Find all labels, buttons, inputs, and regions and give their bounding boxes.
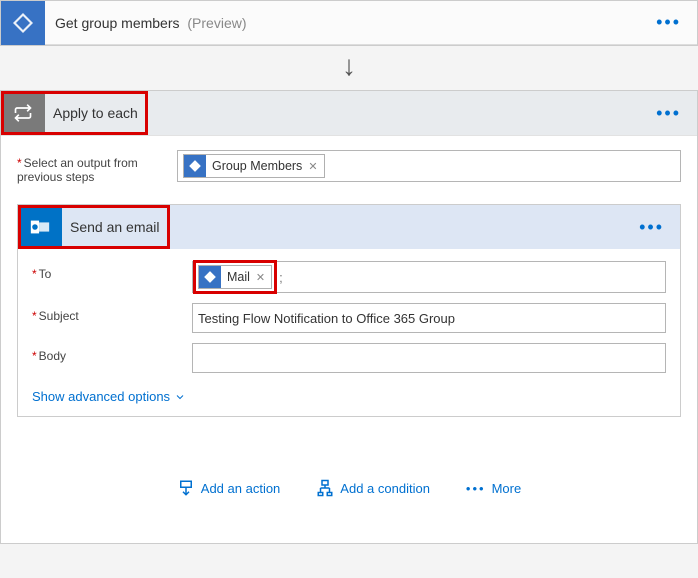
- subject-input[interactable]: Testing Flow Notification to Office 365 …: [192, 303, 666, 333]
- show-advanced-options-link[interactable]: Show advanced options: [32, 389, 186, 404]
- step-title: Get group members (Preview): [55, 15, 648, 31]
- mail-token[interactable]: Mail ✕: [198, 265, 272, 289]
- token-remove-icon[interactable]: ✕: [256, 271, 265, 284]
- select-output-input[interactable]: Group Members ✕: [177, 150, 681, 182]
- apply-to-each-step[interactable]: Apply to each •••: [1, 91, 697, 135]
- step-menu-button[interactable]: •••: [648, 12, 689, 33]
- chevron-down-icon: [174, 391, 186, 403]
- azure-ad-icon: [184, 155, 206, 177]
- azure-ad-icon: [1, 1, 45, 45]
- send-email-menu-button[interactable]: •••: [631, 217, 672, 238]
- get-group-members-step[interactable]: Get group members (Preview) •••: [1, 1, 697, 45]
- add-condition-button[interactable]: Add a condition: [316, 479, 430, 497]
- ellipsis-icon: •••: [466, 481, 486, 496]
- add-action-button[interactable]: Add an action: [177, 479, 281, 497]
- subject-label: *Subject: [32, 303, 192, 323]
- group-members-token[interactable]: Group Members ✕: [183, 154, 325, 178]
- select-output-label: *Select an output from previous steps: [17, 150, 177, 184]
- add-condition-icon: [316, 479, 334, 497]
- body-input[interactable]: [192, 343, 666, 373]
- to-input[interactable]: Mail ✕ ;: [192, 261, 666, 293]
- token-remove-icon[interactable]: ✕: [308, 160, 317, 173]
- send-email-title: Send an email: [62, 219, 160, 235]
- loop-icon: [1, 91, 45, 135]
- body-label: *Body: [32, 343, 192, 363]
- add-action-icon: [177, 479, 195, 497]
- loop-title: Apply to each: [45, 105, 138, 121]
- azure-ad-icon: [199, 266, 221, 288]
- outlook-icon: [18, 205, 62, 249]
- more-button[interactable]: ••• More: [466, 479, 521, 497]
- send-email-step[interactable]: Send an email •••: [18, 205, 680, 249]
- to-label: *To: [32, 261, 192, 281]
- flow-arrow-icon: ↓: [0, 46, 698, 90]
- loop-menu-button[interactable]: •••: [648, 103, 689, 124]
